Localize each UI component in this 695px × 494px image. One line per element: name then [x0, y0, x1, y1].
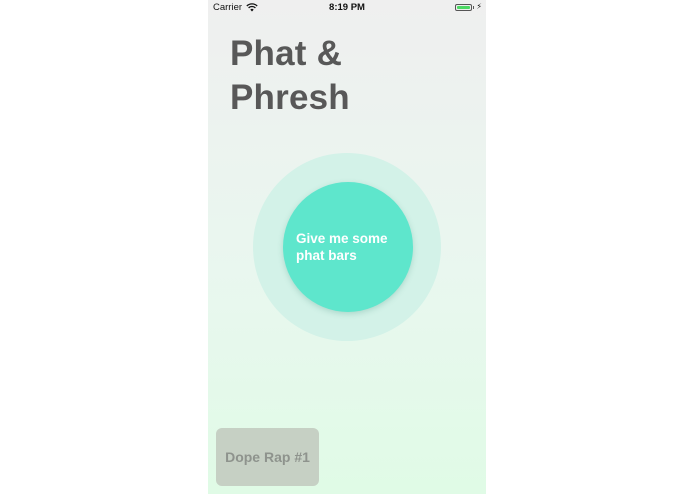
- battery-cap: [472, 5, 475, 9]
- generate-bars-button[interactable]: Give me some phat bars: [283, 182, 413, 312]
- bolt-icon: ⚡: [476, 2, 482, 11]
- generate-bars-label: Give me some phat bars: [296, 231, 388, 263]
- app-screen: Carrier 8:19 PM ⚡ Phat & Phresh Give me …: [208, 0, 486, 494]
- status-bar: Carrier 8:19 PM ⚡: [208, 0, 486, 16]
- battery-icon: [454, 3, 472, 11]
- saved-rap-card[interactable]: Dope Rap #1: [216, 428, 319, 486]
- battery-indicator: ⚡: [454, 2, 482, 11]
- app-title: Phat & Phresh: [230, 34, 350, 117]
- battery-level: [456, 5, 470, 9]
- status-time: 8:19 PM: [329, 2, 365, 13]
- saved-rap-label: Dope Rap #1: [225, 449, 310, 465]
